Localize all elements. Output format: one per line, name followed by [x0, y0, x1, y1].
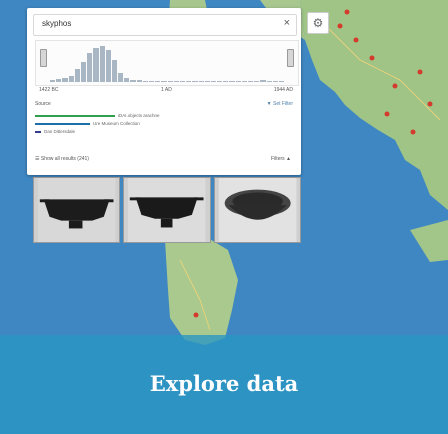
find-marker[interactable] — [417, 69, 423, 75]
source-legend: iDAI.objects arachne Ure Museum Collecti… — [35, 113, 160, 137]
find-marker[interactable] — [369, 55, 375, 61]
source-bar — [35, 114, 115, 117]
range-start-handle[interactable] — [40, 49, 47, 67]
histogram-bar — [149, 80, 155, 82]
settings-button[interactable]: ⚙ — [307, 12, 329, 34]
skyphos-image — [37, 178, 116, 242]
source-label: Ure Museum Collection — [93, 121, 140, 126]
filter-panel: skyphos × 1422 BC 1 AD 1944 AD Source ▼ … — [27, 8, 301, 175]
timeline-histogram[interactable] — [35, 40, 299, 86]
histogram-bar — [235, 81, 241, 82]
skyphos-image — [218, 178, 297, 242]
histogram-bar — [266, 80, 272, 82]
source-item-ure[interactable]: Ure Museum Collection — [35, 121, 160, 126]
histogram-bar — [217, 81, 223, 82]
histogram-bar — [161, 81, 167, 82]
histogram-bar — [118, 73, 124, 82]
result-thumbnail[interactable] — [123, 177, 211, 243]
source-bar — [35, 130, 41, 133]
histogram-bar — [241, 81, 247, 82]
find-marker[interactable] — [337, 23, 343, 29]
result-thumbnail[interactable] — [33, 177, 121, 243]
histogram-bar — [124, 77, 130, 82]
histogram-bar — [198, 80, 204, 82]
find-marker[interactable] — [384, 111, 390, 117]
mid-date-label: 1 AD — [161, 87, 172, 93]
histogram-bar — [167, 81, 173, 82]
find-marker[interactable] — [427, 101, 433, 107]
histogram-bar — [204, 81, 210, 82]
histogram-bar — [210, 81, 217, 82]
histogram-bar — [173, 81, 179, 82]
histogram-bar — [260, 80, 266, 82]
banner-title[interactable]: Explore data — [0, 371, 448, 396]
find-marker[interactable] — [353, 37, 359, 43]
histogram-bars — [50, 44, 285, 82]
histogram-bar — [142, 80, 148, 82]
histogram-bar — [130, 79, 136, 82]
results-row: ☰ Show all results (241) Filters ▲ — [35, 156, 297, 162]
result-thumbnail[interactable] — [213, 177, 301, 243]
search-query[interactable]: skyphos — [42, 19, 71, 28]
find-marker[interactable] — [392, 83, 398, 89]
source-bar — [35, 122, 90, 125]
find-marker[interactable] — [344, 9, 350, 15]
histogram-bar — [80, 62, 87, 82]
show-all-link[interactable]: ☰ Show all results (241) — [35, 156, 89, 162]
filters-toggle[interactable]: Filters ▲ — [271, 156, 291, 162]
histogram-bar — [229, 81, 235, 82]
histogram-bar — [192, 81, 198, 82]
histogram-bar — [136, 80, 142, 82]
source-item-arachne[interactable]: iDAI.objects arachne — [35, 113, 160, 118]
histogram-bar — [155, 80, 161, 82]
histogram-bar — [87, 53, 93, 82]
close-icon[interactable]: × — [284, 17, 290, 29]
source-label: iDAI.objects arachne — [118, 113, 160, 118]
histogram-bar — [105, 49, 111, 82]
find-marker[interactable] — [193, 312, 199, 318]
find-marker[interactable] — [410, 129, 416, 135]
source-label: Dan Dittersdale — [44, 129, 76, 134]
search-field[interactable]: skyphos × — [33, 14, 297, 36]
histogram-bar — [56, 79, 62, 82]
histogram-bar — [50, 80, 56, 82]
end-date-label: 1944 AD — [273, 87, 293, 93]
histogram-bar — [111, 60, 118, 82]
histogram-bar — [248, 80, 254, 82]
set-filter-label: Set Filter — [272, 101, 293, 107]
histogram-bar — [278, 81, 285, 82]
result-thumbnails — [33, 177, 301, 243]
skyphos-image — [128, 178, 206, 242]
histogram-bar — [74, 69, 80, 82]
filters-label: Filters — [271, 156, 285, 162]
gear-icon: ⚙ — [312, 16, 324, 30]
histogram-bar — [223, 81, 229, 82]
histogram-bar — [93, 47, 99, 82]
histogram-bar — [99, 46, 105, 82]
set-filter-link[interactable]: ▼ Set Filter — [267, 101, 293, 107]
source-item-dan[interactable]: Dan Dittersdale — [35, 129, 160, 134]
histogram-bar — [272, 81, 278, 82]
histogram-bar — [179, 81, 186, 82]
source-header: Source ▼ Set Filter — [35, 101, 297, 107]
source-title: Source — [35, 101, 51, 107]
histogram-bar — [62, 77, 68, 82]
histogram-bar — [254, 80, 260, 82]
range-end-handle[interactable] — [287, 49, 294, 67]
start-date-label: 1422 BC — [39, 87, 59, 93]
histogram-bar — [68, 75, 74, 82]
histogram-bar — [186, 81, 192, 82]
show-all-label: Show all results (241) — [40, 156, 89, 162]
timeline-labels: 1422 BC 1 AD 1944 AD — [35, 87, 297, 97]
